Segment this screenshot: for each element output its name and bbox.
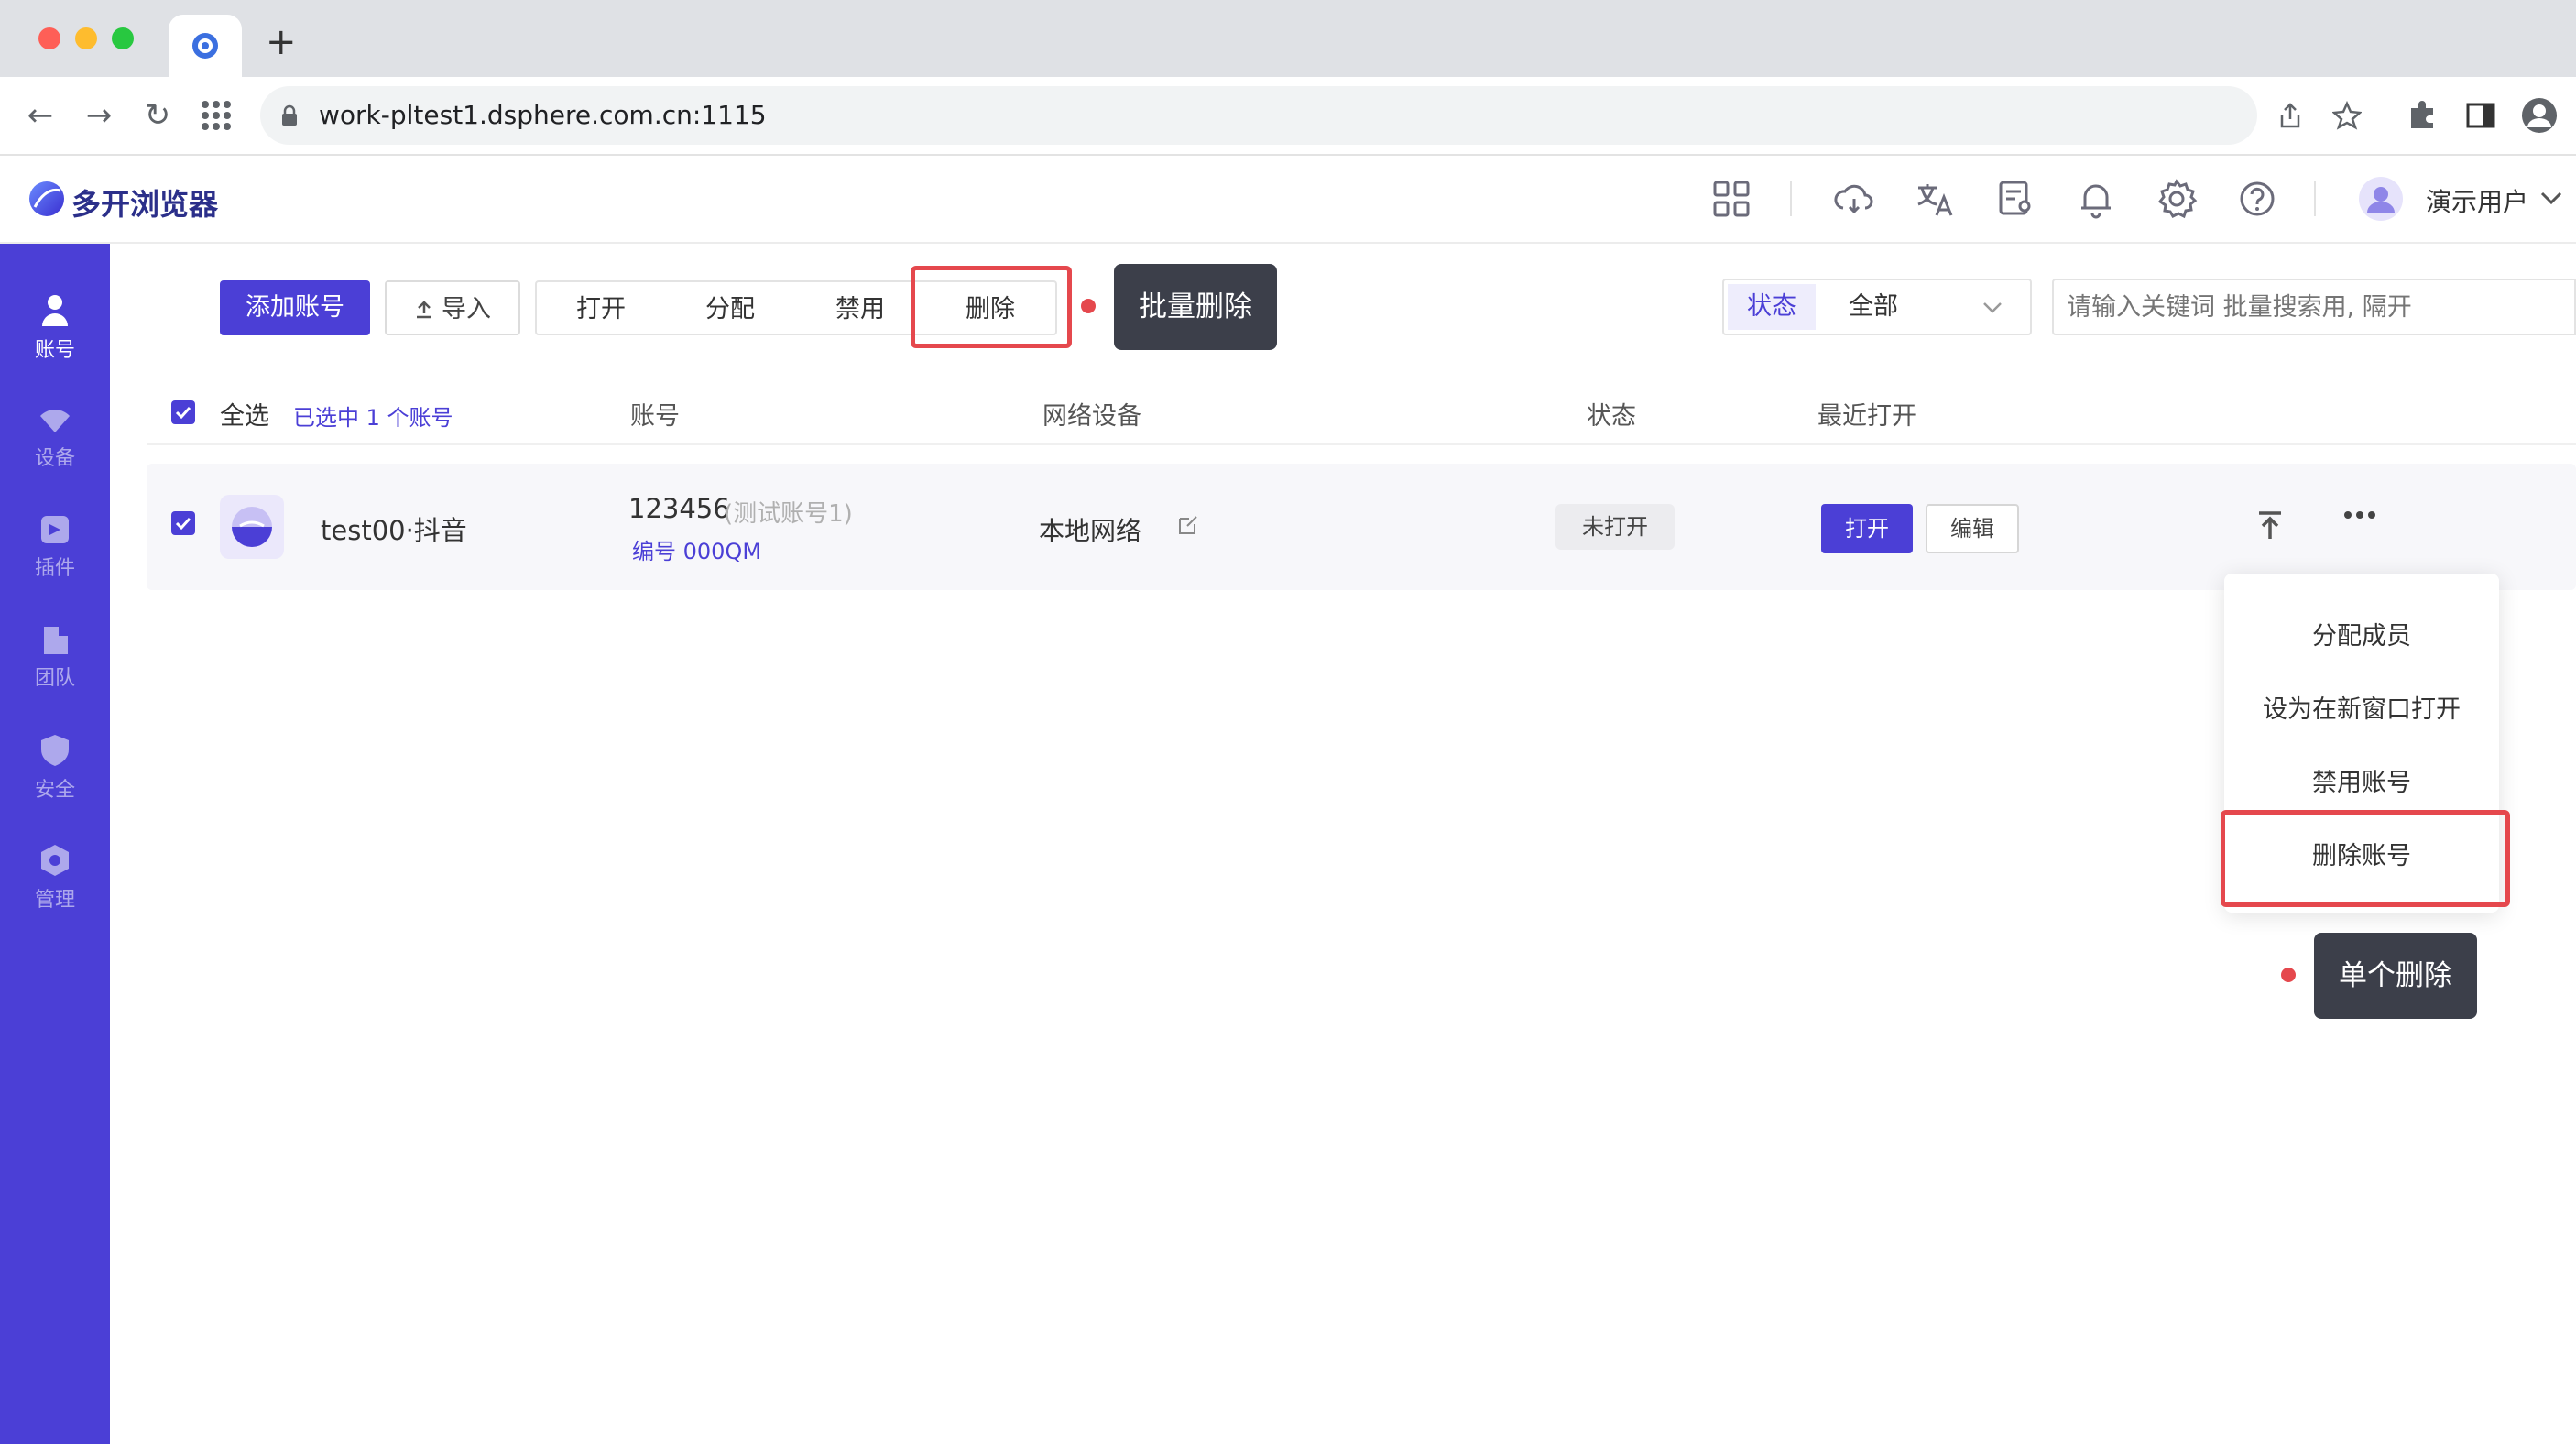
help-icon[interactable] bbox=[2235, 177, 2279, 221]
header-divider bbox=[147, 443, 2576, 445]
select-all-checkbox[interactable] bbox=[171, 400, 195, 424]
check-icon bbox=[175, 517, 191, 531]
status-badge: 未打开 bbox=[1555, 504, 1675, 550]
chevron-down-icon[interactable] bbox=[2539, 189, 2563, 207]
hexagon-icon bbox=[41, 845, 69, 876]
account-id: 123456 bbox=[628, 493, 730, 524]
status-filter-select[interactable]: 状态 全部 bbox=[1722, 279, 2032, 335]
upload-icon bbox=[417, 301, 431, 319]
edit-network-icon[interactable] bbox=[1176, 513, 1200, 537]
tab-favicon-icon bbox=[192, 33, 218, 59]
import-label: 导入 bbox=[442, 295, 491, 323]
forward-button[interactable]: → bbox=[70, 86, 128, 145]
select-all-label[interactable]: 全选 bbox=[220, 396, 269, 432]
header-divider bbox=[1790, 181, 1792, 216]
account-note: (测试账号1) bbox=[724, 500, 853, 528]
column-header-account: 账号 bbox=[630, 402, 680, 431]
apps-grid-icon[interactable] bbox=[1709, 177, 1753, 221]
maximize-window-button[interactable] bbox=[112, 27, 134, 49]
browser-tab-strip bbox=[0, 0, 2576, 77]
sidebar-item-plugins[interactable]: 插件 bbox=[0, 513, 110, 581]
open-account-button[interactable]: 打开 bbox=[1821, 504, 1913, 553]
disable-button[interactable]: 禁用 bbox=[795, 280, 927, 335]
selected-count: 已选中 1 个账号 bbox=[293, 405, 453, 431]
sidebar-item-team[interactable]: 团队 bbox=[0, 623, 110, 691]
search-input[interactable] bbox=[2052, 279, 2576, 335]
more-options-icon[interactable] bbox=[2341, 506, 2378, 524]
menu-item-open-new-window[interactable]: 设为在新窗口打开 bbox=[2224, 689, 2499, 725]
menu-item-assign-member[interactable]: 分配成员 bbox=[2224, 616, 2499, 651]
single-delete-tooltip: 单个删除 bbox=[2314, 933, 2477, 1019]
wifi-icon bbox=[40, 410, 70, 432]
url-text: work-pltest1.dsphere.com.cn:1115 bbox=[319, 100, 767, 130]
address-bar[interactable]: work-pltest1.dsphere.com.cn:1115 bbox=[260, 86, 2362, 145]
single-delete-highlight bbox=[2221, 810, 2510, 907]
pin-to-top-icon[interactable] bbox=[2255, 509, 2285, 542]
callout-dot bbox=[2281, 968, 2296, 982]
extensions-puzzle-icon[interactable] bbox=[2406, 99, 2439, 132]
chevron-down-icon bbox=[1983, 302, 2002, 313]
close-window-button[interactable] bbox=[38, 27, 60, 49]
user-icon bbox=[42, 295, 68, 326]
bell-icon[interactable] bbox=[2074, 177, 2118, 221]
shield-icon bbox=[41, 735, 69, 766]
lock-icon bbox=[282, 104, 297, 126]
user-avatar[interactable] bbox=[2358, 176, 2404, 222]
sidebar-item-label: 安全 bbox=[34, 779, 75, 802]
sidebar-item-admin[interactable]: 管理 bbox=[0, 843, 110, 913]
add-account-button[interactable]: 添加账号 bbox=[220, 280, 370, 335]
network-device: 本地网络 bbox=[1039, 516, 1142, 546]
brand-logo-icon bbox=[29, 181, 64, 216]
sidebar-item-label: 账号 bbox=[34, 339, 75, 362]
cloud-sync-icon[interactable] bbox=[1832, 177, 1876, 221]
minimize-window-button[interactable] bbox=[75, 27, 97, 49]
sidebar-item-label: 设备 bbox=[34, 447, 75, 470]
sidebar-item-label: 插件 bbox=[34, 557, 75, 580]
building-icon bbox=[44, 627, 68, 654]
callout-dot bbox=[1081, 299, 1096, 313]
batch-delete-highlight bbox=[911, 266, 1072, 348]
account-serial: 编号 000QM bbox=[632, 539, 762, 564]
share-icon[interactable] bbox=[2276, 101, 2305, 130]
menu-item-disable-account[interactable]: 禁用账号 bbox=[2224, 762, 2499, 798]
browser-tab[interactable] bbox=[169, 15, 242, 77]
new-tab-button[interactable]: + bbox=[266, 24, 297, 60]
column-header-status: 状态 bbox=[1587, 402, 1636, 431]
sidebar-item-accounts[interactable]: 账号 bbox=[0, 293, 110, 363]
batch-delete-tooltip: 批量删除 bbox=[1114, 264, 1277, 350]
sidebar-item-label: 管理 bbox=[34, 889, 75, 912]
sidebar-item-devices[interactable]: 设备 bbox=[0, 405, 110, 471]
table-row: test00·抖音 123456 (测试账号1) 编号 000QM 本地网络 未… bbox=[147, 464, 2576, 590]
gear-icon[interactable] bbox=[2155, 177, 2199, 221]
bookmark-star-icon[interactable] bbox=[2332, 101, 2362, 130]
side-panel-icon[interactable] bbox=[2464, 99, 2497, 132]
account-avatar bbox=[220, 495, 284, 559]
sidebar-item-label: 团队 bbox=[34, 667, 75, 690]
sidebar-item-security[interactable]: 安全 bbox=[0, 733, 110, 803]
import-button[interactable]: 导入 bbox=[385, 280, 520, 335]
reload-button[interactable]: ↻ bbox=[128, 86, 187, 145]
row-checkbox[interactable] bbox=[171, 511, 195, 535]
edit-account-button[interactable]: 编辑 bbox=[1926, 504, 2019, 553]
brand-name: 多开浏览器 bbox=[71, 187, 219, 222]
user-name[interactable]: 演示用户 bbox=[2426, 182, 2528, 219]
document-user-icon[interactable] bbox=[1993, 177, 2037, 221]
profile-avatar-icon[interactable] bbox=[2521, 97, 2558, 134]
open-button[interactable]: 打开 bbox=[535, 280, 667, 335]
column-header-network: 网络设备 bbox=[1042, 402, 1141, 431]
assign-button[interactable]: 分配 bbox=[665, 280, 797, 335]
back-button[interactable]: ← bbox=[11, 86, 70, 145]
column-header-recent: 最近打开 bbox=[1817, 402, 1916, 431]
check-icon bbox=[175, 406, 191, 420]
translate-icon[interactable] bbox=[1913, 177, 1957, 221]
header-divider bbox=[2314, 181, 2316, 216]
plugin-icon bbox=[41, 516, 69, 543]
apps-grid-icon[interactable] bbox=[200, 99, 233, 132]
status-filter-value: 全部 bbox=[1849, 292, 1898, 321]
account-name: test00·抖音 bbox=[321, 515, 467, 546]
status-filter-label: 状态 bbox=[1728, 284, 1816, 330]
